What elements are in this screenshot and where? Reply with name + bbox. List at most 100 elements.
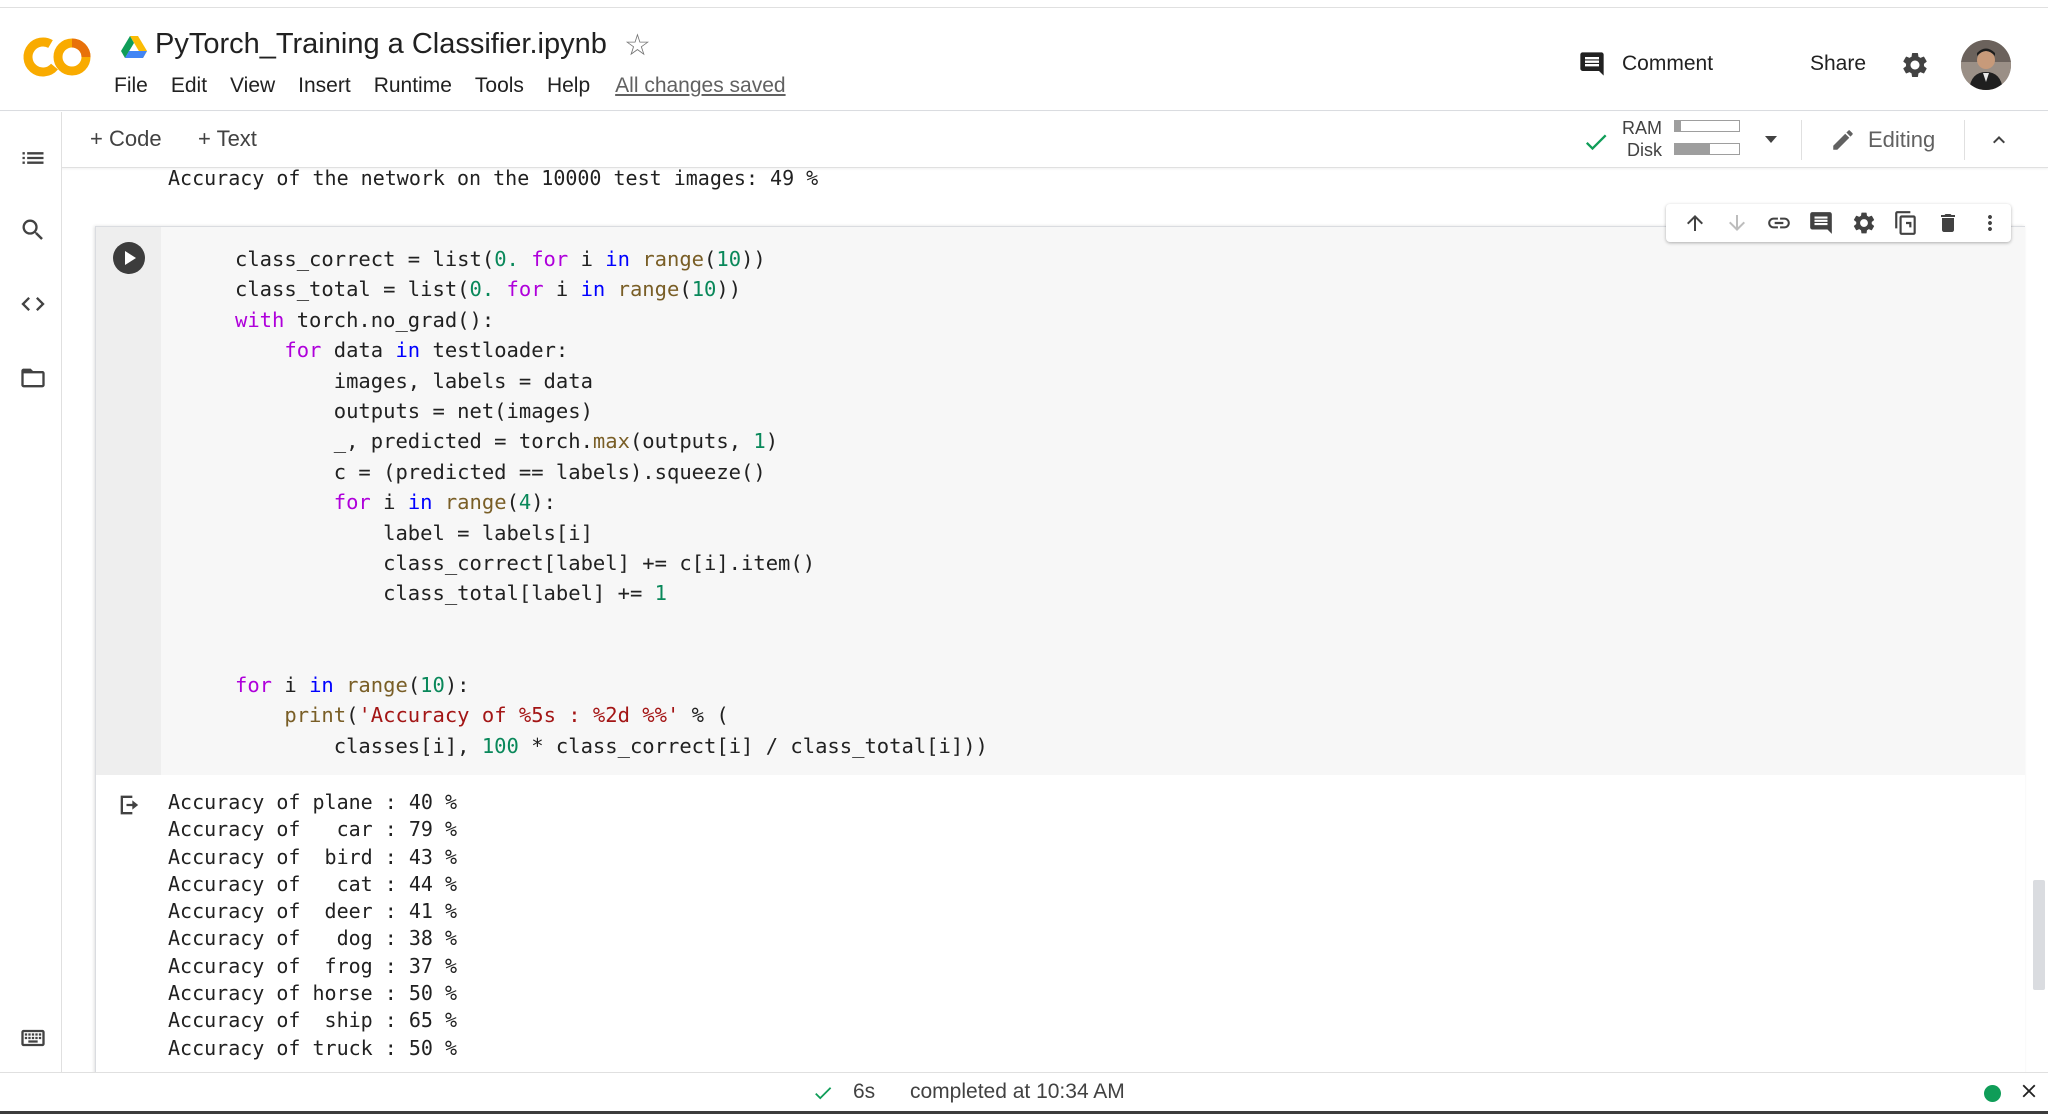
comment-button[interactable]: Comment (1578, 44, 1713, 84)
menu-bar: File Edit View Insert Runtime Tools Help… (114, 70, 786, 102)
window-top-border (0, 0, 2048, 8)
output-line: Accuracy of dog : 38 % (168, 926, 457, 951)
code-line: outputs = net(images) (235, 399, 593, 424)
code-line: with torch.no_grad(): (235, 307, 495, 332)
execution-success-icon (815, 1087, 832, 1100)
notebook-toolbar: + Code + Text (0, 112, 2048, 168)
editing-label: Editing (1868, 127, 1936, 152)
code-line: print('Accuracy of %5s : %2d %%' % ( (284, 703, 729, 728)
menu-edit[interactable]: Edit (171, 74, 207, 98)
cell-settings-button[interactable] (1843, 204, 1885, 242)
share-button[interactable]: Share (1810, 52, 1866, 76)
completion-status[interactable]: completed at 10:34 AM (910, 1080, 1125, 1104)
close-icon[interactable] (2018, 1080, 2040, 1102)
menu-view[interactable]: View (230, 74, 275, 98)
cell-output: Accuracy of plane : 40 % Accuracy of car… (168, 789, 457, 1062)
add-text-button[interactable]: + Text (198, 126, 257, 152)
menu-help[interactable]: Help (547, 74, 590, 98)
user-photo (1961, 40, 2011, 90)
files-icon[interactable] (19, 364, 47, 392)
code-line: class_correct[label] += c[i].item() (235, 551, 816, 576)
toolbar-divider (1964, 120, 1965, 160)
more-actions-button[interactable] (1969, 204, 2011, 242)
code-line: label = labels[i] (235, 520, 593, 545)
code-snippets-icon[interactable] (19, 290, 47, 318)
menu-insert[interactable]: Insert (298, 74, 351, 98)
output-line: Accuracy of car : 79 % (168, 817, 457, 842)
google-drive-icon[interactable] (121, 35, 147, 59)
output-line: Accuracy of ship : 65 % (168, 1008, 457, 1033)
comment-icon (1810, 212, 1833, 234)
code-line: classes[i], 100 * class_correct[i] / cla… (235, 733, 988, 758)
code-cell[interactable]: class_correct = list(0. for i in range(1… (95, 226, 2025, 1074)
code-line: class_total[label] += 1 (235, 581, 667, 606)
disk-meter[interactable] (1674, 143, 1740, 155)
link-icon (1768, 217, 1791, 229)
output-line: Accuracy of plane : 40 % (168, 790, 457, 814)
code-line: c = (predicted == labels).squeeze() (235, 459, 766, 484)
code-text[interactable]: class_correct = list(0. for i in range(1… (235, 244, 988, 761)
code-line: class_correct = list(0. for i in range(1… (235, 247, 766, 271)
header: PyTorch_Training a Classifier.ipynb ☆ Fi… (0, 8, 2048, 111)
arrow-up-icon (1687, 215, 1704, 231)
comment-icon (1580, 52, 1604, 76)
table-of-contents-icon[interactable] (19, 144, 47, 172)
chevron-up-icon[interactable] (1986, 128, 2012, 152)
connection-status-dot (1984, 1085, 2001, 1102)
cell-gutter (96, 227, 161, 775)
pencil-icon (1833, 130, 1853, 150)
search-icon[interactable] (19, 216, 47, 244)
terminal-icon[interactable] (19, 1024, 47, 1052)
code-editor[interactable]: class_correct = list(0. for i in range(1… (161, 227, 2025, 775)
code-line: class_total = list(0. for i in range(10)… (235, 277, 742, 302)
disk-meter-fill (1675, 144, 1711, 154)
ram-label[interactable]: RAM (1620, 118, 1662, 139)
notebook-title[interactable]: PyTorch_Training a Classifier.ipynb (155, 28, 607, 61)
comment-label: Comment (1622, 52, 1714, 75)
more-vert-icon (1987, 215, 1992, 231)
gear-icon (1853, 212, 1874, 234)
menu-runtime[interactable]: Runtime (374, 74, 452, 98)
output-actions-icon[interactable] (116, 791, 144, 819)
disk-label[interactable]: Disk (1620, 140, 1662, 161)
copy-link-button[interactable] (1758, 204, 1800, 242)
ram-meter[interactable] (1674, 120, 1740, 132)
mirror-cell-icon (1894, 211, 1916, 235)
run-cell-button[interactable] (113, 242, 145, 274)
code-line: for data in testloader: (284, 338, 569, 363)
avatar[interactable] (1961, 40, 2011, 90)
scrollbar[interactable] (2033, 880, 2045, 990)
mirror-cell-button[interactable] (1885, 204, 1927, 242)
connected-check-icon (1585, 134, 1607, 151)
editing-mode-button[interactable]: Editing (1830, 124, 1935, 156)
gear-icon[interactable] (1900, 50, 1930, 80)
move-cell-up-button[interactable] (1674, 204, 1716, 242)
chevron-down-icon[interactable] (1760, 130, 1782, 148)
arrow-down-icon (1729, 215, 1746, 231)
code-line: _, predicted = torch.max(outputs, 1) (235, 429, 779, 454)
output-line: Accuracy of horse : 50 % (168, 981, 457, 1006)
star-icon[interactable]: ☆ (624, 28, 651, 63)
toolbar-divider (1801, 120, 1802, 160)
code-line: for i in range(10): (235, 672, 470, 697)
output-line: Accuracy of cat : 44 % (168, 871, 457, 896)
left-sidebar (0, 112, 62, 1072)
save-status-link[interactable]: All changes saved (615, 74, 785, 98)
code-line: images, labels = data (235, 368, 593, 393)
menu-file[interactable]: File (114, 74, 148, 98)
trash-icon (1940, 214, 1955, 232)
output-line: Accuracy of bird : 43 % (168, 844, 457, 869)
delete-cell-button[interactable] (1927, 204, 1969, 242)
colab-logo[interactable] (22, 34, 92, 80)
output-line: Accuracy of deer : 41 % (168, 899, 457, 924)
output-line: Accuracy of frog : 37 % (168, 953, 457, 978)
previous-cell-output: Accuracy of the network on the 10000 tes… (168, 166, 819, 190)
ram-meter-fill (1675, 121, 1682, 131)
cell-toolbar (1666, 204, 2011, 242)
add-comment-button[interactable] (1800, 204, 1842, 242)
output-line: Accuracy of truck : 50 % (168, 1035, 457, 1060)
code-line: for i in range(4): (333, 490, 556, 515)
menu-tools[interactable]: Tools (475, 74, 524, 98)
add-code-button[interactable]: + Code (90, 126, 162, 152)
move-cell-down-button[interactable] (1716, 204, 1758, 242)
